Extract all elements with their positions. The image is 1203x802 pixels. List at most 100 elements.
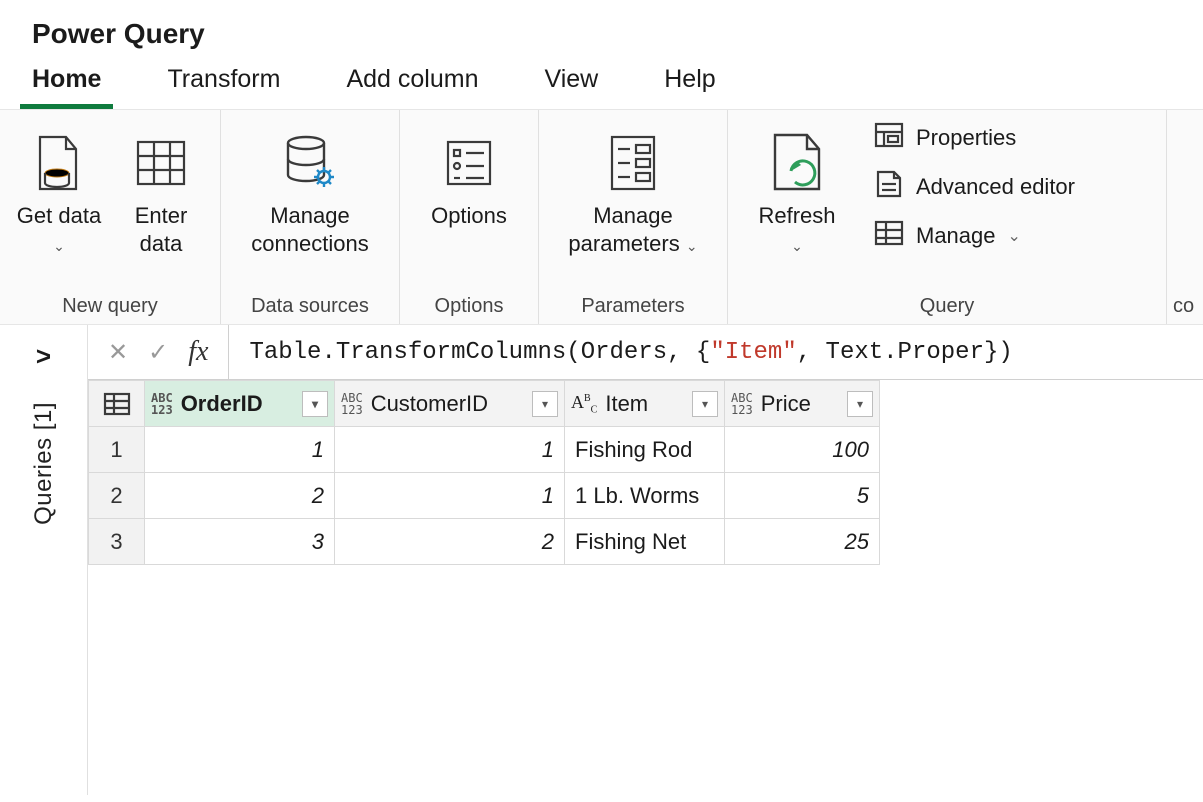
ribbon-tab-bar: Home Transform Add column View Help: [0, 60, 1203, 110]
get-data-button[interactable]: Get data ⌄: [14, 122, 104, 257]
options-button[interactable]: Options: [414, 122, 524, 230]
list-options-icon: [442, 128, 496, 198]
ribbon-group-label-query: Query: [742, 289, 1152, 318]
type-any-icon: ABC123: [341, 392, 363, 416]
properties-icon: [874, 122, 904, 154]
column-header-item[interactable]: ABC Item ▾: [565, 381, 725, 427]
column-header-customerid[interactable]: ABC123 CustomerID ▾: [335, 381, 565, 427]
ribbon-group-query: Refresh ⌄ Properties Advanced editor: [728, 110, 1167, 324]
page-database-icon: [34, 128, 84, 198]
properties-label: Properties: [916, 125, 1016, 151]
manage-query-label: Manage: [916, 223, 996, 249]
row-number[interactable]: 2: [89, 473, 145, 519]
database-gear-icon: [278, 128, 342, 198]
chevron-down-icon: ⌄: [791, 238, 803, 254]
chevron-down-icon: ⌄: [53, 238, 65, 254]
table-icon: [90, 382, 143, 425]
manage-parameters-button[interactable]: Manage parameters ⌄: [553, 122, 713, 257]
refresh-label: Refresh: [758, 203, 835, 228]
tab-home[interactable]: Home: [20, 59, 113, 109]
ribbon-group-label-parameters: Parameters: [553, 289, 713, 318]
table-icon: [874, 220, 904, 252]
filter-dropdown-button[interactable]: ▾: [847, 391, 873, 417]
ribbon-group-options: Options Options: [400, 110, 539, 324]
data-grid: ABC123 OrderID ▾ ABC123 CustomerID: [88, 380, 880, 565]
queries-sidebar-collapsed: > Queries [1]: [0, 325, 88, 795]
enter-data-button[interactable]: Enter data: [116, 122, 206, 257]
chevron-down-icon: ⌄: [686, 238, 698, 254]
column-name: Item: [605, 391, 648, 417]
tab-view[interactable]: View: [532, 59, 610, 109]
accept-formula-icon[interactable]: ✓: [148, 338, 168, 367]
column-name: Price: [761, 391, 811, 417]
overflow-button[interactable]: [1173, 122, 1203, 198]
table-row[interactable]: 111Fishing Rod100: [89, 427, 880, 473]
sidebar-queries-label[interactable]: Queries [1]: [30, 402, 58, 525]
filter-dropdown-button[interactable]: ▾: [692, 391, 718, 417]
ribbon-group-label-data-sources: Data sources: [235, 289, 385, 318]
filter-dropdown-button[interactable]: ▾: [302, 391, 328, 417]
column-header-orderid[interactable]: ABC123 OrderID ▾: [145, 381, 335, 427]
enter-data-label: Enter data: [116, 202, 206, 257]
tab-help[interactable]: Help: [652, 59, 727, 109]
cell[interactable]: Fishing Net: [565, 519, 725, 565]
type-any-icon: ABC123: [731, 392, 753, 416]
column-name: CustomerID: [371, 391, 488, 417]
editor-icon: [874, 170, 904, 204]
table-row[interactable]: 2211 Lb. Worms5: [89, 473, 880, 519]
page-refresh-icon: [767, 128, 827, 198]
table-row[interactable]: 332Fishing Net25: [89, 519, 880, 565]
ribbon-overflow-label: co: [1173, 289, 1203, 318]
advanced-editor-button[interactable]: Advanced editor: [874, 170, 1075, 204]
ribbon-group-label-new-query: New query: [14, 289, 206, 318]
cell[interactable]: 100: [725, 427, 880, 473]
cell[interactable]: 3: [145, 519, 335, 565]
parameters-icon: [606, 128, 660, 198]
cell[interactable]: Fishing Rod: [565, 427, 725, 473]
cell[interactable]: 25: [725, 519, 880, 565]
formula-text-string: "Item": [710, 339, 796, 366]
refresh-button[interactable]: Refresh ⌄: [742, 122, 852, 257]
column-name: OrderID: [181, 391, 263, 417]
ribbon-group-data-sources: Manage connections Data sources: [221, 110, 400, 324]
row-number[interactable]: 3: [89, 519, 145, 565]
cell[interactable]: 1: [335, 473, 565, 519]
options-label: Options: [431, 202, 507, 230]
ribbon-group-parameters: Manage parameters ⌄ Parameters: [539, 110, 728, 324]
cancel-formula-icon[interactable]: ✕: [108, 338, 128, 367]
column-header-price[interactable]: ABC123 Price ▾: [725, 381, 880, 427]
manage-parameters-label: Manage parameters: [568, 203, 679, 256]
cell[interactable]: 2: [145, 473, 335, 519]
grid-corner[interactable]: [89, 381, 145, 427]
chevron-down-icon: ⌄: [1008, 226, 1021, 246]
formula-text-after: , Text.Proper}): [797, 339, 1013, 366]
properties-button[interactable]: Properties: [874, 122, 1075, 154]
formula-text-before: Table.TransformColumns(Orders, {: [249, 339, 710, 366]
cell[interactable]: 2: [335, 519, 565, 565]
manage-connections-button[interactable]: Manage connections: [235, 122, 385, 257]
cell[interactable]: 1: [335, 427, 565, 473]
tab-transform[interactable]: Transform: [155, 59, 292, 109]
row-number[interactable]: 1: [89, 427, 145, 473]
get-data-label: Get data: [17, 203, 101, 228]
cell[interactable]: 1 Lb. Worms: [565, 473, 725, 519]
filter-dropdown-button[interactable]: ▾: [532, 391, 558, 417]
type-text-icon: ABC: [571, 392, 597, 416]
advanced-editor-label: Advanced editor: [916, 174, 1075, 200]
formula-input[interactable]: Table.TransformColumns(Orders, {"Item", …: [229, 325, 1203, 379]
ribbon: Get data ⌄ Enter data New query: [0, 110, 1203, 325]
expand-sidebar-button[interactable]: >: [36, 341, 51, 372]
cell[interactable]: 1: [145, 427, 335, 473]
type-any-icon: ABC123: [151, 392, 173, 416]
ribbon-group-new-query: Get data ⌄ Enter data New query: [0, 110, 221, 324]
tab-add-column[interactable]: Add column: [334, 59, 490, 109]
cell[interactable]: 5: [725, 473, 880, 519]
manage-query-button[interactable]: Manage ⌄: [874, 220, 1075, 252]
ribbon-group-label-options: Options: [414, 289, 524, 318]
table-grid-icon: [134, 128, 188, 198]
formula-bar: ✕ ✓ fx Table.TransformColumns(Orders, {"…: [88, 325, 1203, 380]
app-title: Power Query: [0, 0, 1203, 60]
fx-icon[interactable]: fx: [188, 336, 208, 368]
ribbon-overflow: co: [1167, 110, 1203, 324]
manage-connections-label: Manage connections: [235, 202, 385, 257]
